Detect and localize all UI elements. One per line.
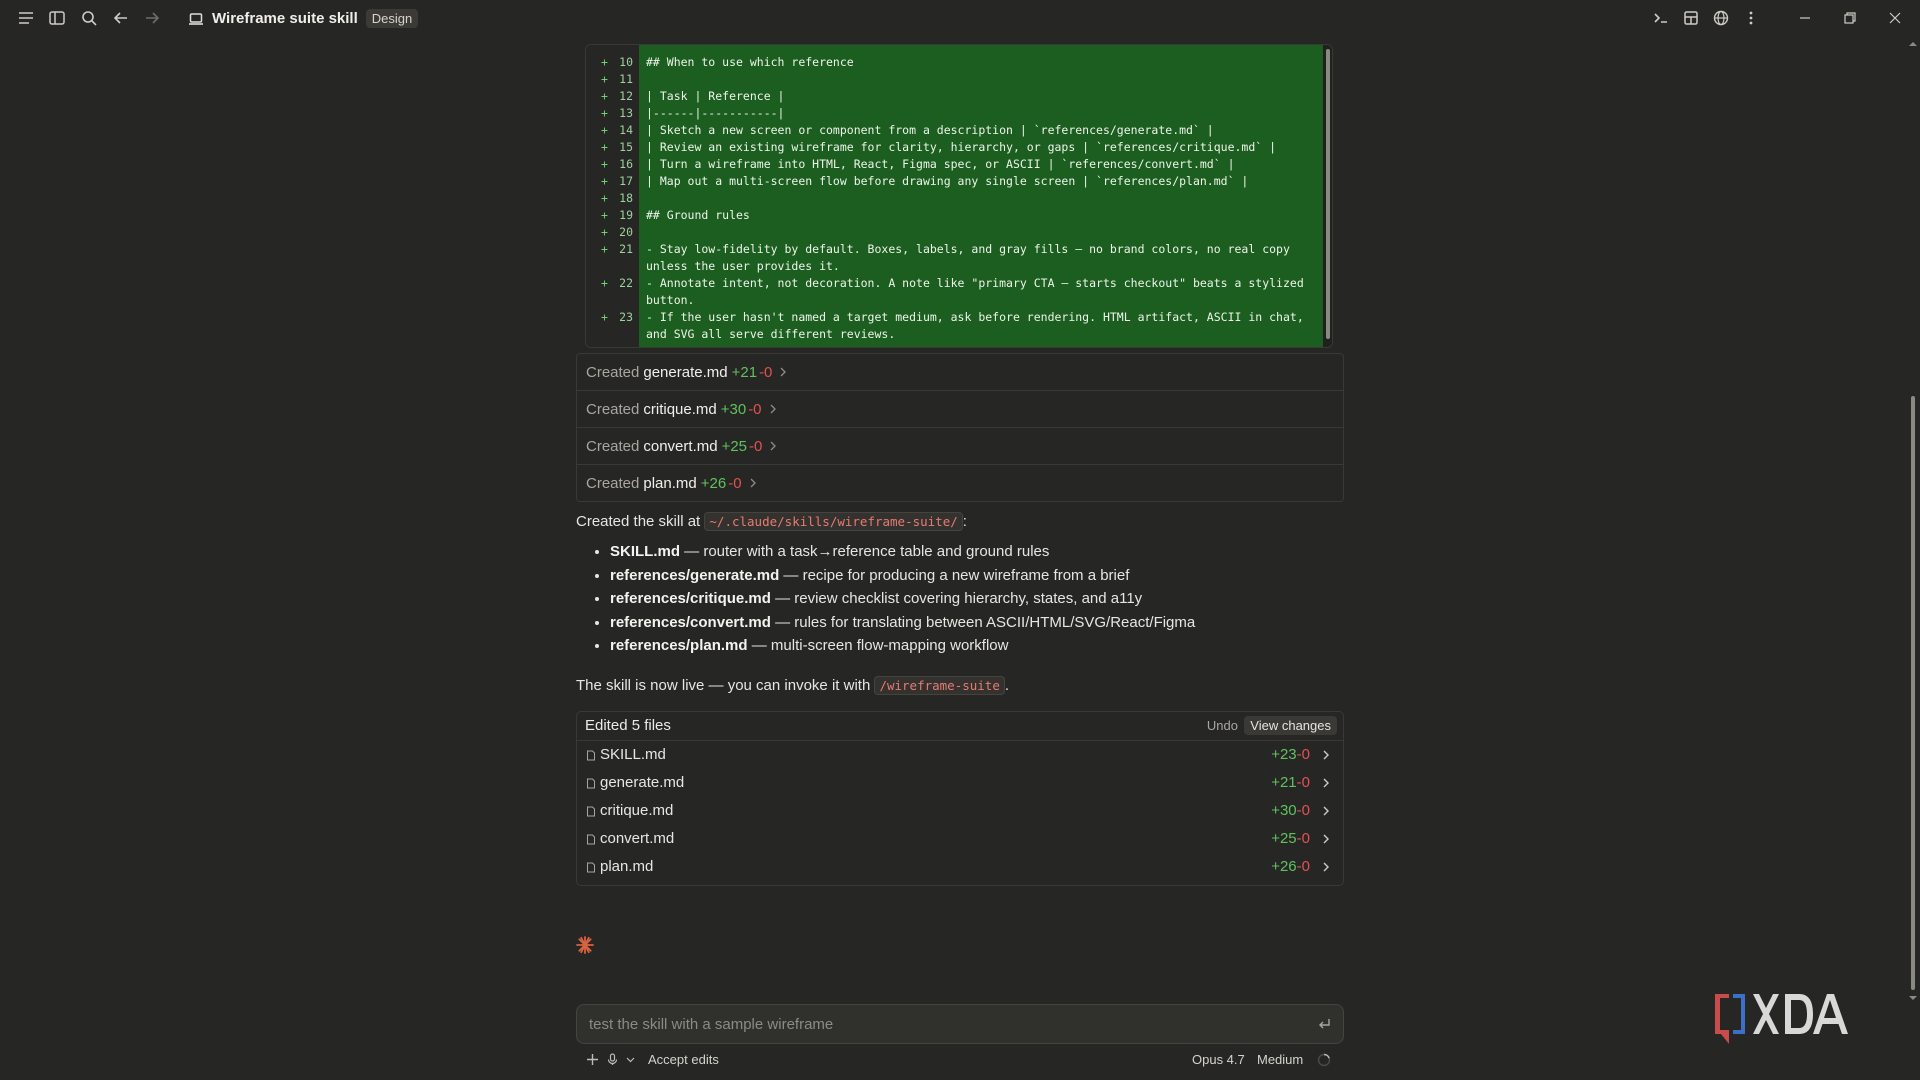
edited-files-panel: Edited 5 files Undo View changes SKILL.m… (576, 711, 1344, 886)
edited-files-header: Edited 5 files Undo View changes (577, 712, 1343, 741)
list-item: references/convert.md — rules for transl… (610, 611, 1346, 635)
list-item: references/plan.md — multi-screen flow-m… (610, 634, 1346, 658)
summary-lead: Created the skill at ~/.claude/skills/wi… (576, 512, 967, 531)
list-item: references/generate.md — recipe for prod… (610, 564, 1346, 588)
project-badge[interactable]: Design (365, 9, 419, 28)
file-icon (586, 750, 596, 761)
enter-icon[interactable] (1317, 1018, 1331, 1031)
laptop-icon (188, 11, 204, 27)
main-scrollbar-thumb[interactable] (1911, 396, 1915, 990)
edited-files-title: Edited 5 files (585, 717, 671, 734)
created-item-convert[interactable]: Created convert.md +25 -0 (577, 428, 1343, 465)
edited-file-row[interactable]: convert.md +25-0 (577, 825, 1343, 853)
edited-file-row[interactable]: critique.md +30-0 (577, 797, 1343, 825)
minimize-icon[interactable] (1796, 9, 1814, 27)
effort-selector[interactable]: Medium (1257, 1052, 1303, 1067)
diff-scrollbar[interactable] (1326, 49, 1330, 339)
scroll-down-icon[interactable] (1909, 994, 1917, 1002)
conversation-title[interactable]: Wireframe suite skill Design (188, 9, 419, 28)
edited-file-row[interactable]: generate.md +21-0 (577, 769, 1343, 797)
list-item: SKILL.md — router with a task→reference … (610, 540, 1346, 564)
skill-command: /wireframe-suite (874, 676, 1005, 695)
prompt-input[interactable] (587, 1013, 1291, 1035)
close-icon[interactable] (1886, 9, 1904, 27)
prompt-box (576, 1004, 1344, 1044)
edited-file-row[interactable]: plan.md +26-0 (577, 853, 1343, 881)
menu-icon[interactable] (17, 9, 35, 27)
chevron-right-icon (1321, 862, 1331, 872)
plus-icon[interactable] (586, 1053, 599, 1066)
scroll-up-icon[interactable] (1909, 40, 1917, 48)
file-icon (586, 834, 596, 845)
chevron-right-icon (768, 404, 778, 414)
context-usage-icon[interactable] (1317, 1053, 1331, 1067)
accept-edits-toggle[interactable]: Accept edits (648, 1052, 719, 1067)
microphone-icon[interactable] (606, 1053, 619, 1066)
file-icon (586, 862, 596, 873)
view-changes-button[interactable]: View changes (1244, 716, 1337, 735)
page-title: Wireframe suite skill (212, 10, 358, 27)
created-item-plan[interactable]: Created plan.md +26 -0 (577, 465, 1343, 501)
model-selector[interactable]: Opus 4.7 (1192, 1052, 1245, 1067)
restore-icon[interactable] (1841, 9, 1859, 27)
chevron-right-icon (768, 441, 778, 451)
chevron-right-icon (1321, 806, 1331, 816)
created-item-critique[interactable]: Created critique.md +30 -0 (577, 391, 1343, 428)
chevron-right-icon (778, 367, 788, 377)
globe-icon[interactable] (1712, 9, 1730, 27)
list-item: references/critique.md — review checklis… (610, 587, 1346, 611)
xda-watermark-logo (1707, 988, 1887, 1046)
chevron-right-icon (1321, 778, 1331, 788)
chevron-right-icon (1321, 750, 1331, 760)
terminal-icon[interactable] (1652, 9, 1670, 27)
created-item-generate[interactable]: Created generate.md +21 -0 (577, 354, 1343, 391)
edited-file-row[interactable]: SKILL.md +23-0 (577, 741, 1343, 769)
chevron-right-icon (748, 478, 758, 488)
file-icon (586, 778, 596, 789)
diff-viewer[interactable]: +10 ## When to use which reference +11 +1… (585, 44, 1333, 348)
arrow-left-icon[interactable] (112, 9, 130, 27)
skill-live-note: The skill is now live — you can invoke i… (576, 676, 1010, 695)
layout-icon[interactable] (1682, 9, 1700, 27)
arrow-right-icon[interactable] (143, 9, 161, 27)
search-icon[interactable] (80, 9, 98, 27)
file-icon (586, 806, 596, 817)
sidebar-toggle-icon[interactable] (48, 9, 66, 27)
skill-path: ~/.claude/skills/wireframe-suite/ (704, 512, 963, 531)
thinking-spark-icon (575, 935, 595, 955)
summary-bullets: SKILL.md — router with a task→reference … (576, 540, 1346, 658)
assistant-summary: Created the skill at ~/.claude/skills/wi… (576, 512, 1346, 658)
title-bar: Wireframe suite skill Design (0, 0, 1920, 36)
composer-toolbar: Accept edits Opus 4.7 Medium (576, 1050, 1342, 1070)
undo-button[interactable]: Undo (1207, 718, 1238, 733)
more-vertical-icon[interactable] (1742, 9, 1760, 27)
created-files-list: Created generate.md +21 -0 Created critique.… (576, 353, 1344, 502)
chevron-right-icon (1321, 834, 1331, 844)
chevron-down-icon[interactable] (626, 1053, 635, 1066)
